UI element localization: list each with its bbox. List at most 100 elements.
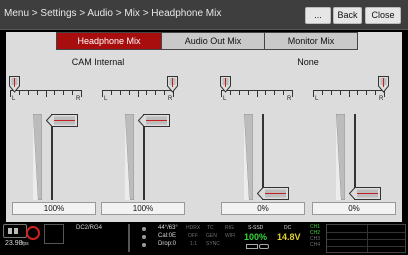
balance-tick: [128, 90, 130, 95]
balance-thumb[interactable]: [167, 76, 178, 93]
record-icon[interactable]: [26, 226, 40, 240]
fps-value: 23.98: [5, 240, 23, 247]
level-fader-4[interactable]: [336, 114, 396, 200]
media-value: 100%: [244, 232, 268, 242]
battery-icon: [259, 244, 269, 249]
source-name-left: CAM Internal: [71, 57, 125, 67]
hdrx-label: HDRX: [186, 225, 201, 231]
level-ramp: [125, 114, 134, 200]
balance-tick: [72, 90, 74, 95]
tab-headphone-mix[interactable]: Headphone Mix: [57, 33, 162, 49]
balance-slider-3[interactable]: LR: [220, 76, 293, 104]
balance-tick: [155, 90, 157, 95]
playback-icon: [8, 228, 18, 234]
level-fader-2[interactable]: [125, 114, 185, 200]
level-fader-3[interactable]: [244, 114, 304, 200]
status-dot: [142, 235, 146, 239]
source-name-right: None: [297, 57, 319, 67]
balance-left-label: L: [315, 96, 319, 102]
level-fader-1[interactable]: [33, 114, 93, 200]
balance-left-label: L: [223, 96, 227, 102]
balance-thumb[interactable]: [220, 76, 231, 93]
balance-tick: [375, 90, 377, 95]
balance-tick: [256, 90, 258, 97]
channel-1-level-value[interactable]: 100%: [12, 202, 96, 215]
tc-label: TC: [207, 225, 214, 231]
media-label: S-SSD: [248, 225, 264, 231]
off-label: OFF: [188, 233, 198, 239]
shutter-value: 44°/63°: [158, 225, 178, 231]
dc-label: DC: [284, 225, 292, 231]
balance-thumb[interactable]: [9, 76, 20, 93]
balance-tick: [36, 90, 38, 95]
balance-tick: [265, 90, 267, 95]
balance-tick: [63, 90, 65, 95]
balance-tick: [366, 90, 368, 95]
divider: [128, 224, 130, 252]
level-ramp: [336, 114, 345, 200]
balance-left-label: L: [12, 96, 16, 102]
balance-tick: [146, 90, 148, 95]
fader-knob[interactable]: [349, 187, 381, 200]
balance-right-label: R: [379, 96, 384, 102]
fader-knob[interactable]: [138, 114, 170, 127]
balance-tick: [247, 90, 249, 95]
mix-panel: Headphone Mix Audio Out Mix Monitor Mix …: [6, 32, 402, 222]
balance-thumb[interactable]: [378, 76, 389, 93]
balance-tick: [292, 90, 293, 97]
sync-label: SYNC: [206, 241, 220, 247]
fader-knob[interactable]: [257, 187, 289, 200]
status-dot: [142, 227, 146, 231]
tab-monitor-mix[interactable]: Monitor Mix: [265, 33, 357, 49]
more-button[interactable]: ...: [305, 7, 331, 24]
balance-tick: [119, 90, 121, 95]
balance-tick: [238, 90, 240, 95]
balance-slider-4[interactable]: LR: [313, 76, 389, 104]
title-bar: Menu > Settings > Audio > Mix > Headphon…: [0, 0, 408, 30]
mix-tabs: Headphone Mix Audio Out Mix Monitor Mix: [56, 32, 358, 50]
audio-meter: [326, 224, 406, 253]
balance-tick: [27, 90, 29, 95]
media-icon: [246, 244, 258, 249]
balance-left-label: L: [104, 96, 108, 102]
cal-value: Cal:0E: [158, 233, 177, 239]
balance-tick: [339, 90, 341, 95]
balance-tick: [274, 90, 276, 95]
channel-4-level-value[interactable]: 0%: [312, 202, 396, 215]
ch4-label: CH4: [310, 242, 321, 248]
balance-tick: [321, 90, 323, 95]
drop-value: Drop:0: [158, 241, 177, 247]
breadcrumb: Menu > Settings > Audio > Mix > Headphon…: [4, 8, 222, 19]
channel-2-level-value[interactable]: 100%: [101, 202, 185, 215]
gen-label: GEN: [206, 233, 217, 239]
balance-slider-1[interactable]: LR: [9, 76, 82, 104]
channel-3-level-value[interactable]: 0%: [221, 202, 305, 215]
dc-value: 14.8V: [277, 232, 301, 242]
balance-tick: [81, 90, 82, 97]
format-value: DC2/RG4: [76, 225, 103, 231]
close-button[interactable]: Close: [365, 7, 401, 24]
thumbnail-box: [44, 224, 64, 244]
ratio-label: 1:1: [190, 241, 197, 247]
rig-label: RIG: [225, 225, 234, 231]
fader-knob[interactable]: [46, 114, 78, 127]
balance-tick: [330, 90, 332, 95]
fps-unit: fps: [22, 241, 29, 247]
wifi-label: WIFI: [225, 233, 236, 239]
back-button[interactable]: Back: [333, 7, 362, 24]
status-dot: [142, 243, 146, 247]
balance-tick: [110, 90, 112, 95]
balance-tick: [102, 90, 103, 97]
balance-tick: [313, 90, 314, 97]
balance-tick: [357, 90, 359, 95]
balance-tick: [348, 90, 350, 97]
balance-right-label: R: [287, 96, 292, 102]
status-bar: 23.98 fps DC2/RG4 44°/63° Cal:0E Drop:0 …: [0, 222, 408, 255]
level-ramp: [244, 114, 253, 200]
balance-tick: [45, 90, 47, 97]
balance-slider-2[interactable]: LR: [102, 76, 178, 104]
level-ramp: [33, 114, 42, 200]
balance-right-label: R: [168, 96, 173, 102]
balance-tick: [283, 90, 285, 95]
tab-audio-out-mix[interactable]: Audio Out Mix: [162, 33, 265, 49]
